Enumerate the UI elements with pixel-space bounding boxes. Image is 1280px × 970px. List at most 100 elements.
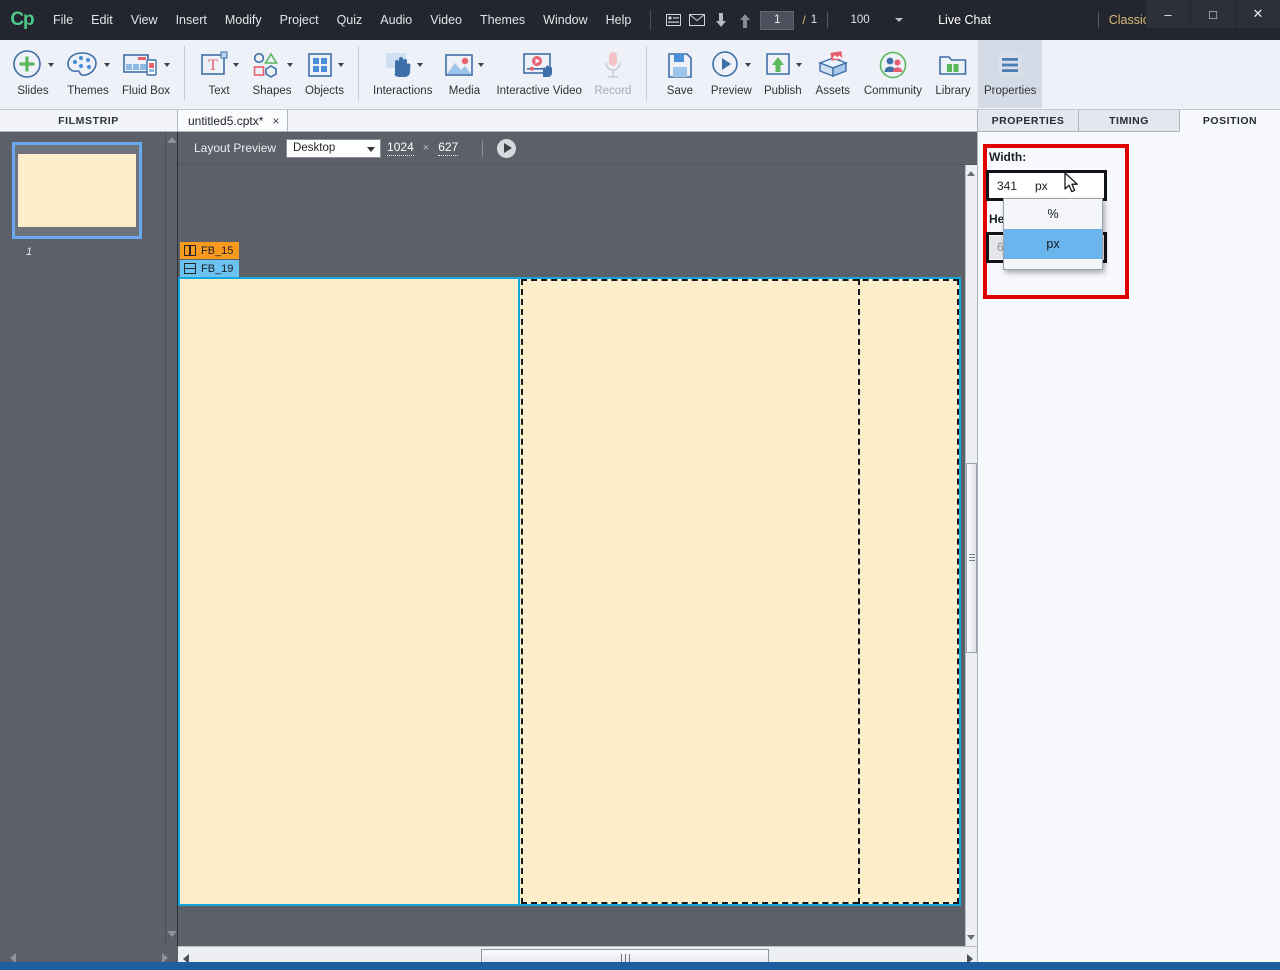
workspace-divider bbox=[1097, 12, 1099, 28]
next-slide-icon[interactable] bbox=[733, 0, 757, 40]
toolbar-record[interactable]: Record bbox=[588, 40, 638, 108]
toolbar-label: Preview bbox=[710, 85, 752, 97]
slide-item[interactable]: 1 bbox=[0, 132, 165, 258]
toolbar-label: Fluid Box bbox=[122, 85, 170, 97]
toolbar-media[interactable]: Media bbox=[438, 40, 490, 108]
previous-slide-icon[interactable] bbox=[709, 0, 733, 40]
columns-icon bbox=[184, 245, 196, 256]
captivate-window: Cp File Edit View Insert Modify Project … bbox=[0, 0, 1280, 970]
layout-height-value[interactable]: 627 bbox=[438, 140, 459, 156]
menu-window[interactable]: Window bbox=[534, 0, 596, 40]
tab-properties[interactable]: PROPERTIES bbox=[977, 110, 1078, 132]
toolbar-divider bbox=[827, 12, 829, 28]
scroll-down-icon[interactable] bbox=[167, 931, 177, 937]
tab-document[interactable]: untitled5.cptx* × bbox=[177, 110, 289, 131]
toolbar-shapes[interactable]: Shapes bbox=[245, 40, 299, 108]
stage-area: Layout Preview Desktop 1024 × 627 FB_15 … bbox=[178, 132, 977, 970]
device-select[interactable]: Desktop bbox=[286, 138, 382, 158]
workspace-label[interactable]: Classic bbox=[1109, 13, 1149, 27]
unit-option-px[interactable]: px bbox=[1004, 229, 1102, 259]
tab-filmstrip[interactable]: FILMSTRIP bbox=[0, 110, 178, 131]
library-folder-icon bbox=[939, 56, 967, 75]
scroll-down-icon[interactable] bbox=[967, 935, 975, 940]
svg-text:T: T bbox=[208, 57, 218, 74]
fluidbox-dashed-region[interactable] bbox=[521, 279, 959, 904]
scroll-up-icon[interactable] bbox=[967, 171, 975, 176]
captivate-logo: Cp bbox=[10, 9, 34, 30]
tab-position[interactable]: POSITION bbox=[1179, 110, 1280, 132]
current-slide-input[interactable]: 1 bbox=[760, 10, 795, 30]
toolbar-community[interactable]: Community bbox=[858, 40, 928, 108]
toolbar-assets[interactable]: Assets bbox=[808, 40, 858, 108]
minimize-button[interactable]: – bbox=[1146, 0, 1190, 28]
toolbar-publish[interactable]: Publish bbox=[758, 40, 808, 108]
toolbar-text[interactable]: T Text bbox=[193, 40, 245, 108]
scrollbar-thumb[interactable] bbox=[966, 463, 977, 653]
fluid-box-icon bbox=[123, 54, 157, 76]
fluidbox-vertical-divider bbox=[518, 279, 520, 904]
slide-canvas[interactable] bbox=[178, 277, 961, 906]
menu-themes[interactable]: Themes bbox=[471, 0, 534, 40]
menu-modify[interactable]: Modify bbox=[216, 0, 271, 40]
menu-project[interactable]: Project bbox=[271, 0, 328, 40]
interactive-video-icon bbox=[523, 53, 553, 77]
toolbar-objects[interactable]: Objects bbox=[299, 40, 350, 108]
width-unit-value[interactable]: px bbox=[1035, 179, 1048, 193]
live-chat-button[interactable]: Live Chat bbox=[938, 13, 991, 27]
menu-audio[interactable]: Audio bbox=[371, 0, 421, 40]
unit-dropdown-menu[interactable]: % px bbox=[1003, 198, 1103, 270]
mail-icon[interactable] bbox=[685, 0, 709, 40]
filmstrip-scrollbar[interactable] bbox=[165, 132, 177, 946]
toolbar-themes[interactable]: Themes bbox=[60, 40, 116, 108]
slide-thumbnail[interactable] bbox=[12, 142, 142, 239]
toolbar-label: Community bbox=[863, 85, 922, 97]
layout-bar-divider bbox=[482, 139, 484, 157]
floppy-disk-icon bbox=[668, 53, 692, 78]
play-icon bbox=[503, 143, 512, 153]
toolbar-fluid-box[interactable]: Fluid Box bbox=[116, 40, 176, 108]
stage-vertical-scrollbar[interactable] bbox=[965, 165, 977, 946]
menu-view[interactable]: View bbox=[122, 0, 167, 40]
toolbar-interactions[interactable]: Interactions bbox=[367, 40, 438, 108]
tab-timing[interactable]: TIMING bbox=[1078, 110, 1179, 132]
menu-help[interactable]: Help bbox=[597, 0, 641, 40]
toolbar-save[interactable]: Save bbox=[655, 40, 705, 108]
width-input[interactable]: 341 bbox=[989, 179, 1035, 193]
menu-video[interactable]: Video bbox=[421, 0, 471, 40]
menu-bar: Cp File Edit View Insert Modify Project … bbox=[0, 0, 1280, 40]
toolbar-preview[interactable]: Preview bbox=[705, 40, 758, 108]
layout-preview-label: Layout Preview bbox=[194, 141, 277, 155]
toolbar-label: Media bbox=[448, 85, 481, 97]
zoom-level-value[interactable]: 100 bbox=[838, 14, 882, 26]
menu-edit[interactable]: Edit bbox=[82, 0, 122, 40]
toolbar-slides[interactable]: Slides bbox=[6, 40, 60, 108]
toolbar-label: Record bbox=[594, 85, 632, 97]
toolbar-interactive-video[interactable]: Interactive Video bbox=[490, 40, 587, 108]
layout-width-value[interactable]: 1024 bbox=[387, 140, 414, 156]
scroll-up-icon[interactable] bbox=[166, 137, 177, 143]
toolbar-properties[interactable]: Properties bbox=[977, 40, 1043, 108]
menu-file[interactable]: File bbox=[44, 0, 82, 40]
unit-option-percent[interactable]: % bbox=[1004, 199, 1102, 229]
menu-quiz[interactable]: Quiz bbox=[328, 0, 372, 40]
maximize-button[interactable]: □ bbox=[1191, 0, 1235, 28]
objects-grid-icon bbox=[307, 53, 332, 77]
close-icon[interactable]: × bbox=[272, 114, 279, 128]
filmstrip-slide-list: 1 bbox=[0, 132, 165, 946]
fluidbox-label-fb15[interactable]: FB_15 bbox=[180, 242, 240, 259]
fluidbox-label-fb19[interactable]: FB_19 bbox=[180, 260, 240, 277]
menu-insert[interactable]: Insert bbox=[167, 0, 216, 40]
toolbar-label: Publish bbox=[763, 85, 802, 97]
preview-play-button[interactable] bbox=[497, 138, 517, 158]
toolbar-library[interactable]: Library bbox=[928, 40, 978, 108]
position-panel: Width: 341 px Height: 62 % px bbox=[977, 132, 1280, 970]
toolbar-divider bbox=[358, 46, 359, 100]
device-select-value: Desktop bbox=[293, 142, 336, 154]
slide-canvas-area[interactable]: FB_15 FB_19 bbox=[178, 165, 965, 946]
close-button[interactable]: ✕ bbox=[1236, 0, 1280, 28]
width-input-group[interactable]: 341 px bbox=[986, 170, 1107, 201]
slide-notes-icon[interactable] bbox=[661, 0, 685, 40]
tab-strip: FILMSTRIP untitled5.cptx* × PROPERTIES T… bbox=[0, 110, 1280, 132]
slide-number: 1 bbox=[26, 246, 33, 258]
zoom-dropdown-button[interactable] bbox=[882, 18, 916, 22]
